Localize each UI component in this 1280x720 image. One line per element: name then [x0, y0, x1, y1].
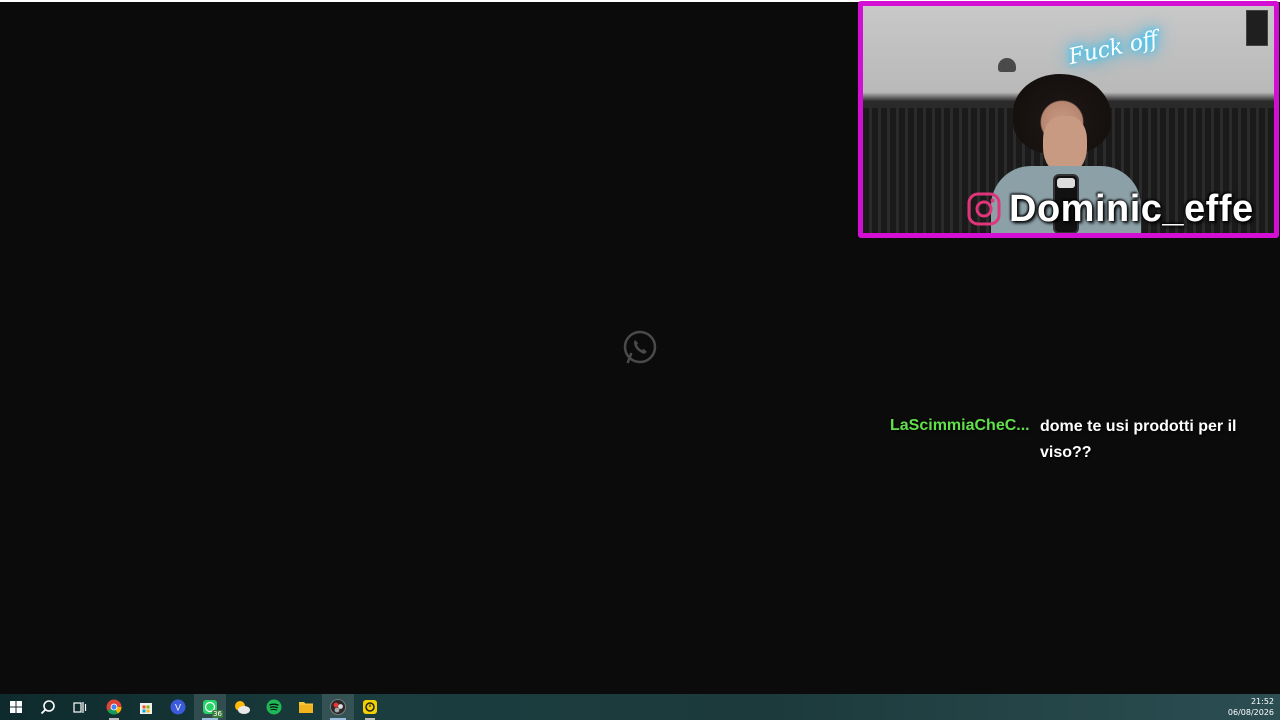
clock-date: 06/08/2026 [1227, 708, 1274, 717]
svg-text:V: V [175, 703, 181, 713]
clock-time: 21:52 [1250, 697, 1274, 706]
chat-text: dome te usi prodotti per il viso?? [1040, 418, 1237, 461]
lamp [998, 58, 1016, 72]
chat-message: LaScimmiaCheC... dome te usi prodotti pe… [890, 414, 1270, 466]
store-icon[interactable] [130, 694, 162, 720]
webcam-overlay: Fuck off Dominic_effe [858, 1, 1279, 238]
instagram-icon [967, 192, 1001, 226]
taskbar: V 36 [0, 694, 1280, 720]
system-clock[interactable]: 21:52 06/08/2026 [1228, 694, 1274, 720]
file-explorer-icon[interactable] [290, 694, 322, 720]
task-view-icon[interactable] [64, 694, 96, 720]
whatsapp-icon[interactable]: 36 [194, 694, 226, 720]
search-icon[interactable] [32, 694, 64, 720]
vivaldi-icon[interactable]: V [162, 694, 194, 720]
microphone-head [1057, 178, 1075, 188]
notification-badge: 36 [212, 710, 223, 718]
neon-sign: Fuck off [1066, 26, 1161, 71]
weather-icon[interactable] [226, 694, 258, 720]
app-icon[interactable] [354, 694, 386, 720]
background-object [1246, 10, 1268, 46]
chrome-icon[interactable] [98, 694, 130, 720]
whatsapp-icon [623, 330, 657, 364]
streamer-username: Dominic_effe [1009, 188, 1254, 230]
obs-icon[interactable] [322, 694, 354, 720]
chat-username: LaScimmiaCheC... [890, 417, 1030, 434]
windows-start-icon[interactable] [0, 694, 32, 720]
spotify-icon[interactable] [258, 694, 290, 720]
